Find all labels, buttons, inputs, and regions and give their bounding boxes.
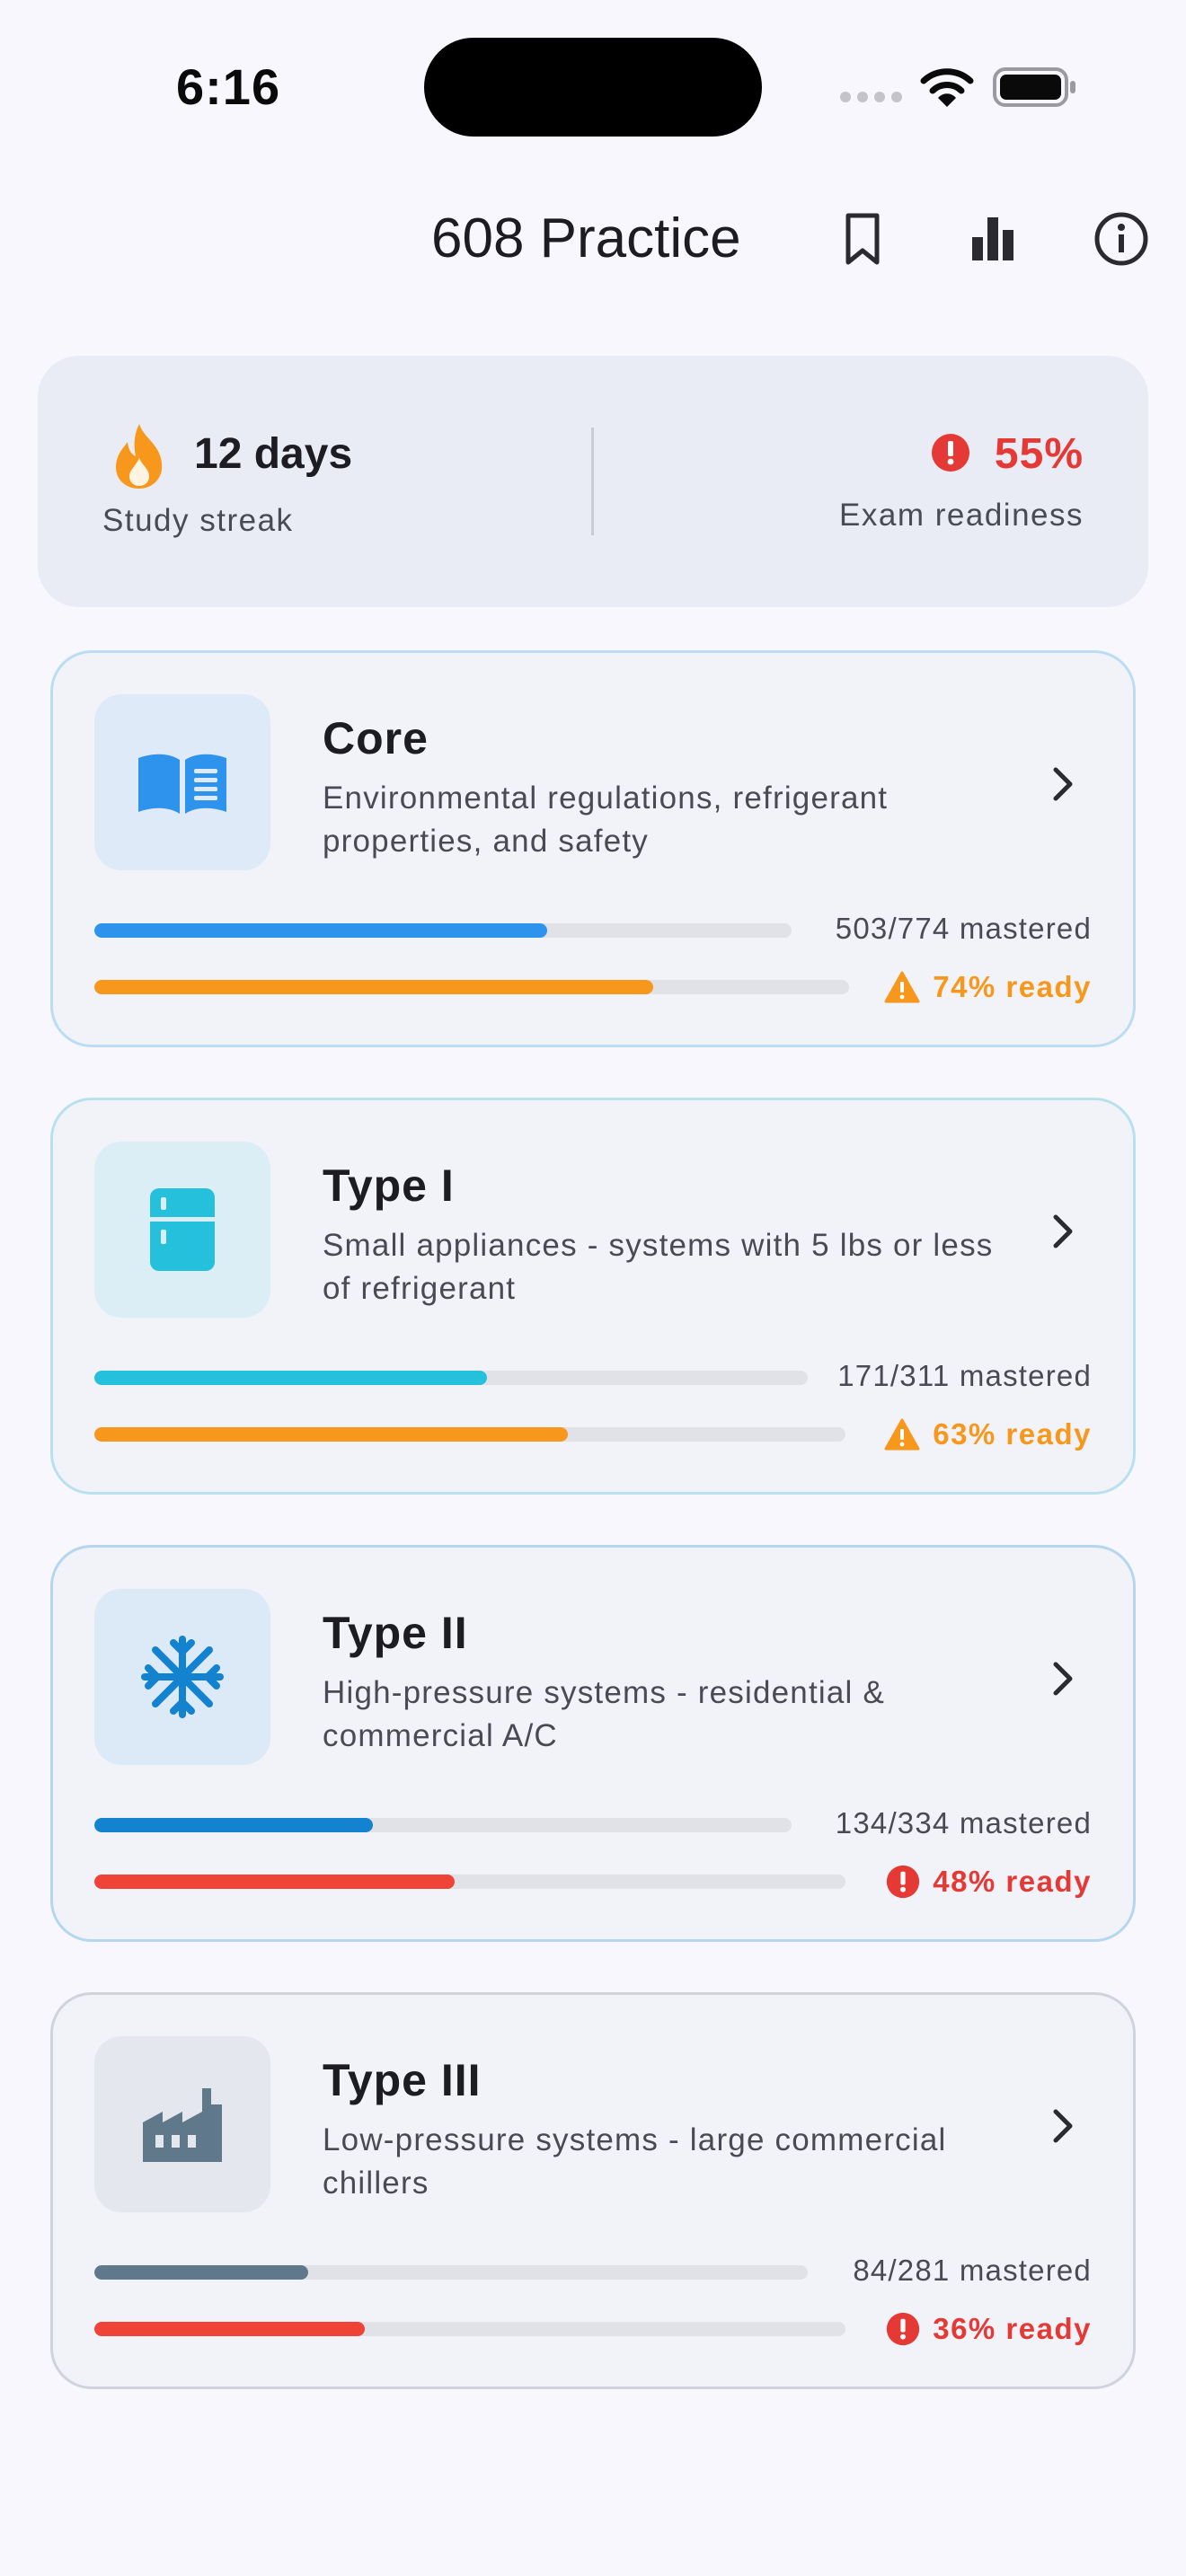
mastered-progress-fill xyxy=(94,1371,487,1385)
streak-value: 12 days xyxy=(194,430,353,478)
snowflake-icon xyxy=(141,1636,224,1718)
bookmark-icon[interactable] xyxy=(834,210,891,268)
readiness-progress-fill xyxy=(94,2322,365,2336)
page-title: 608 Practice xyxy=(431,207,741,269)
divider xyxy=(591,428,594,535)
readiness-status: 36% ready xyxy=(886,2309,1092,2349)
wifi-icon xyxy=(920,68,974,107)
mastered-count: 503/774 mastered xyxy=(835,912,1092,945)
readiness-progress-bar xyxy=(94,1427,845,1442)
readiness-progress-bar xyxy=(94,1875,845,1889)
category-card-type-iii[interactable]: Type III Low-pressure systems - large co… xyxy=(50,1992,1136,2389)
book-icon xyxy=(138,754,226,814)
card-title: Core xyxy=(323,713,429,763)
readiness-value: 55% xyxy=(994,430,1084,478)
readiness-text: 36% ready xyxy=(933,2312,1092,2345)
readiness-text: 63% ready xyxy=(933,1417,1092,1451)
category-card-type-ii[interactable]: Type II High-pressure systems - resident… xyxy=(50,1545,1136,1942)
cellular-signal-icon xyxy=(840,92,902,102)
readiness-label: Exam readiness xyxy=(839,498,1084,533)
dynamic-island xyxy=(424,38,762,137)
icon-box xyxy=(94,2036,270,2212)
mastered-count: 134/334 mastered xyxy=(835,1806,1092,1839)
card-description: High-pressure systems - residential & co… xyxy=(323,1675,885,1753)
warning-icon xyxy=(884,971,920,1003)
chevron-right-icon xyxy=(1053,1214,1073,1248)
chevron-right-icon xyxy=(1053,767,1073,801)
readiness-status: 74% ready xyxy=(884,967,1092,1007)
bar-chart-icon[interactable] xyxy=(963,210,1021,268)
readiness-progress-bar xyxy=(94,980,849,994)
battery-icon xyxy=(993,67,1075,107)
mastered-progress-fill xyxy=(94,1818,374,1832)
readiness-status: 48% ready xyxy=(886,1862,1092,1901)
alert-circle-icon xyxy=(887,1865,920,1899)
card-title: Type II xyxy=(323,1608,468,1658)
mastered-count: 171/311 mastered xyxy=(837,1359,1092,1392)
warning-icon xyxy=(884,1418,920,1451)
info-icon[interactable] xyxy=(1093,210,1150,268)
category-card-type-i[interactable]: Type I Small appliances - systems with 5… xyxy=(50,1098,1136,1495)
card-description: Environmental regulations, refrigerant p… xyxy=(323,781,889,859)
category-card-core[interactable]: Core Environmental regulations, refriger… xyxy=(50,650,1136,1047)
screen: 6:16 608 Practice 12 days Study streak 5… xyxy=(0,0,1186,2576)
readiness-progress-bar xyxy=(94,2322,845,2336)
mastered-progress-bar xyxy=(94,1818,792,1832)
readiness-text: 74% ready xyxy=(933,970,1092,1003)
readiness-progress-fill xyxy=(94,980,653,994)
status-time: 6:16 xyxy=(176,58,281,115)
flame-icon xyxy=(115,424,163,489)
mastered-progress-fill xyxy=(94,2265,309,2280)
mastered-progress-fill xyxy=(94,923,548,938)
mastered-progress-bar xyxy=(94,923,792,938)
mastered-progress-bar xyxy=(94,2265,808,2280)
card-description: Small appliances - systems with 5 lbs or… xyxy=(323,1228,994,1306)
alert-circle-icon xyxy=(932,434,969,472)
fridge-icon xyxy=(150,1188,215,1271)
chevron-right-icon xyxy=(1053,2109,1073,2143)
mastered-count: 84/281 mastered xyxy=(853,2254,1092,2287)
icon-box xyxy=(94,1589,270,1765)
card-title: Type I xyxy=(323,1160,455,1211)
streak-label: Study streak xyxy=(102,503,294,538)
card-title: Type III xyxy=(323,2055,482,2105)
alert-circle-icon xyxy=(887,2312,920,2346)
icon-box xyxy=(94,694,270,870)
icon-box xyxy=(94,1142,270,1318)
mastered-progress-bar xyxy=(94,1371,808,1385)
readiness-progress-fill xyxy=(94,1427,568,1442)
card-description: Low-pressure systems - large commercial … xyxy=(323,2122,947,2201)
summary-panel: 12 days Study streak 55% Exam readiness xyxy=(38,356,1148,607)
chevron-right-icon xyxy=(1053,1662,1073,1696)
readiness-status: 63% ready xyxy=(884,1415,1092,1454)
factory-icon xyxy=(143,2088,222,2162)
readiness-progress-fill xyxy=(94,1875,456,1889)
readiness-text: 48% ready xyxy=(933,1865,1092,1898)
